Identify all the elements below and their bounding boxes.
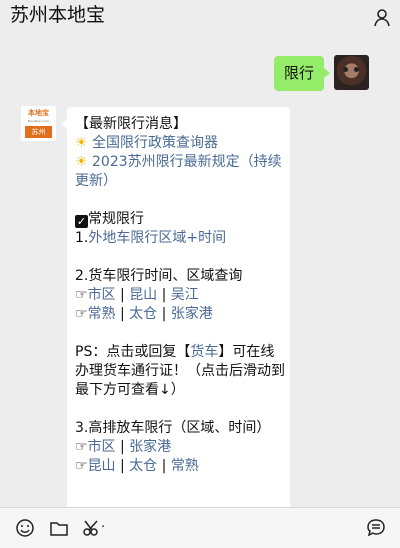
scissors-dropdown-icon[interactable]: · (101, 520, 105, 535)
link-changshu[interactable]: 常熟 (88, 306, 116, 322)
emission-link-kunshan[interactable]: 昆山 (88, 458, 116, 474)
chat-history-icon[interactable] (366, 518, 386, 538)
incoming-message-bubble[interactable]: 【最新限行消息】 ☀ 全国限行政策查询器 ☀ 2023苏州限行最新规定（持续更新… (61, 107, 290, 541)
message-heading: 【最新限行消息】 (75, 116, 187, 132)
emission-link-urban[interactable]: 市区 (88, 439, 116, 455)
user-avatar[interactable] (334, 55, 369, 90)
link-wujiang[interactable]: 吴江 (171, 287, 199, 303)
chat-area[interactable]: 限行 本地宝 Bendibao.com 苏州 【最新限行消息】 ☀ 全国限行政策… (0, 34, 400, 541)
chat-title: 苏州本地宝 (10, 4, 106, 26)
scissors-icon[interactable] (82, 518, 102, 538)
link-zhangjiagang[interactable]: 张家港 (171, 306, 213, 322)
sun-icon: ☀ (75, 135, 88, 151)
link-kunshan[interactable]: 昆山 (129, 287, 157, 303)
incoming-message-text: 【最新限行消息】 ☀ 全国限行政策查询器 ☀ 2023苏州限行最新规定（持续更新… (75, 116, 285, 474)
person-icon[interactable] (372, 8, 392, 28)
emoji-icon[interactable] (15, 518, 35, 538)
outgoing-message-bubble[interactable]: 限行 (273, 56, 331, 91)
emission-link-zhangjiagang[interactable]: 张家港 (129, 439, 171, 455)
emission-link-changshu[interactable]: 常熟 (171, 458, 199, 474)
policy-query-link[interactable]: 全国限行政策查询器 (92, 135, 218, 151)
avatar-url-text: Bendibao.com (27, 119, 50, 123)
folder-icon[interactable] (49, 518, 69, 538)
chat-header: 苏州本地宝 (0, 0, 400, 34)
latest-rules-link[interactable]: 2023苏州限行最新规定（持续更新） (75, 154, 282, 189)
regular-restriction-title: 常规限行 (88, 211, 144, 227)
checkbox-icon: ✓ (75, 215, 88, 228)
latest-rules-line: ☀ 2023苏州限行最新规定（持续更新） (75, 153, 285, 191)
avatar-logo-text: 本地宝 (28, 109, 49, 117)
truck-keyword-link[interactable]: 货车 (190, 344, 218, 360)
nonlocal-vehicle-link[interactable]: 外地车限行区域+时间 (88, 230, 226, 246)
truck-query-title: 货车限行时间、区域查询 (88, 268, 243, 284)
avatar-city-label: 苏州 (25, 126, 52, 138)
input-toolbar: · (0, 507, 400, 548)
link-taicang[interactable]: 太仓 (129, 306, 157, 322)
outgoing-message-text: 限行 (283, 64, 314, 82)
link-urban[interactable]: 市区 (88, 287, 116, 303)
truck-permit-note: PS：点击或回复【货车】可在线办理货车通行证！（点击后滑动到最下方可查看↓） (75, 344, 285, 398)
sun-icon: ☀ (75, 154, 88, 170)
official-account-avatar[interactable]: 本地宝 Bendibao.com 苏州 (21, 106, 56, 141)
high-emission-title: 高排放车限行（区域、时间） (88, 420, 271, 436)
emission-link-taicang[interactable]: 太仓 (129, 458, 157, 474)
